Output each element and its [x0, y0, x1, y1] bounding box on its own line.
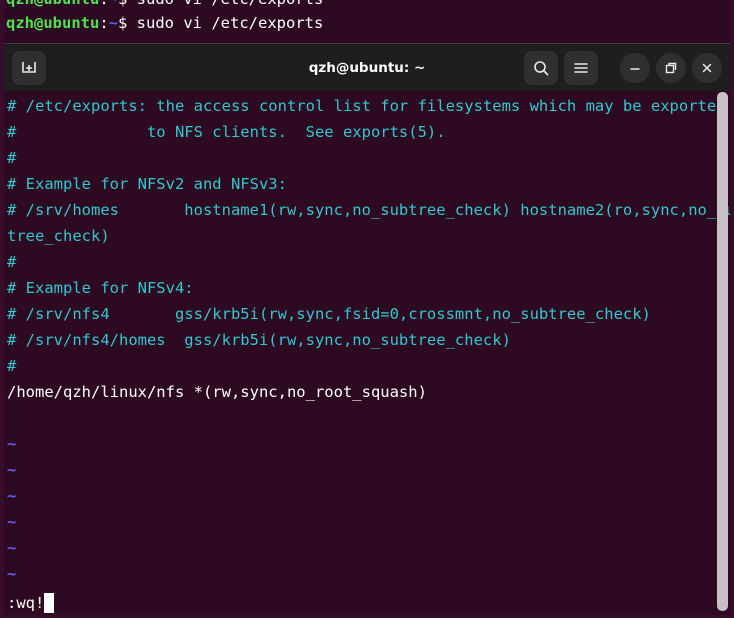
vi-text-line: #	[7, 149, 17, 167]
vi-empty-line-marker: ~	[7, 539, 17, 557]
vi-status-line: :wq!	[7, 590, 55, 615]
prompt-path: ~	[108, 14, 119, 32]
screen: qzh@ubuntu:~$ sudo vi /etc/exports qzh@u…	[0, 0, 734, 618]
vi-text-line: # /etc/exports: the access control list …	[7, 97, 726, 115]
vi-text-line: # Example for NFSv4:	[7, 279, 194, 297]
vi-editor-body[interactable]: # /etc/exports: the access control list …	[4, 91, 730, 615]
menu-button[interactable]	[564, 50, 598, 85]
window-titlebar[interactable]: qzh@ubuntu: ~	[4, 43, 730, 91]
vi-empty-line-marker: ~	[7, 565, 17, 583]
minimize-icon	[630, 67, 640, 70]
vi-text-line: #	[7, 357, 17, 375]
maximize-restore-icon	[665, 62, 677, 73]
vi-empty-line-marker: ~	[7, 513, 17, 531]
background-terminal: qzh@ubuntu:~$ sudo vi /etc/exports qzh@u…	[0, 0, 734, 46]
prompt-colon: :	[99, 14, 109, 32]
vi-command-text: :wq!	[7, 594, 45, 612]
clipped-prompt-user: qzh@ubuntu	[6, 0, 99, 8]
titlebar-left-group	[12, 50, 46, 85]
text-cursor	[44, 593, 55, 613]
new-tab-button[interactable]	[12, 50, 46, 85]
titlebar-right-group	[524, 50, 722, 85]
scrollbar-thumb[interactable]	[717, 92, 728, 611]
clipped-prompt-command: $ sudo vi /etc/exports	[118, 0, 323, 8]
hamburger-menu-icon	[574, 62, 588, 73]
vi-empty-line-marker: ~	[7, 487, 17, 505]
search-button[interactable]	[524, 50, 558, 85]
vi-text-line: # to NFS clients. See exports(5).	[7, 123, 446, 141]
vi-empty-line-marker: ~	[7, 435, 17, 453]
vi-text-line: # /srv/nfs4/homes gss/krb5i(rw,sync,no_s…	[7, 331, 511, 349]
close-icon	[702, 63, 712, 72]
clipped-previous-prompt: qzh@ubuntu:~$ sudo vi /etc/exports	[6, 0, 323, 10]
prompt-user-host: qzh@ubuntu	[6, 14, 100, 32]
vi-text-line: # /srv/homes hostname1(rw,sync,no_subtre…	[7, 201, 730, 219]
clipped-prompt-colon: :	[99, 0, 108, 8]
maximize-button[interactable]	[656, 52, 686, 83]
clipped-prompt-path: ~	[109, 0, 118, 8]
terminal-window: qzh@ubuntu: ~ # /etc/exports: the access…	[0, 43, 734, 618]
vi-text-line: #	[7, 253, 17, 271]
vi-text-line: # Example for NFSv2 and NFSv3:	[7, 175, 287, 193]
close-button[interactable]	[692, 52, 722, 83]
vi-text-line: # /srv/nfs4 gss/krb5i(rw,sync,fsid=0,cro…	[7, 305, 651, 323]
vi-text-line: /home/qzh/linux/nfs *(rw,sync,no_root_sq…	[7, 383, 427, 401]
bg-terminal-right-border	[730, 0, 734, 46]
search-icon	[534, 60, 549, 75]
bg-terminal-left-border	[0, 0, 4, 46]
minimize-button[interactable]	[620, 52, 650, 83]
new-tab-icon	[22, 61, 36, 73]
shell-prompt-line: qzh@ubuntu:~$ sudo vi /etc/exports	[6, 12, 323, 34]
prompt-command: $ sudo vi /etc/exports	[118, 14, 324, 32]
scrollbar-track[interactable]	[717, 91, 729, 615]
vi-empty-line-marker: ~	[7, 461, 17, 479]
vi-text-line: tree_check)	[7, 227, 110, 245]
